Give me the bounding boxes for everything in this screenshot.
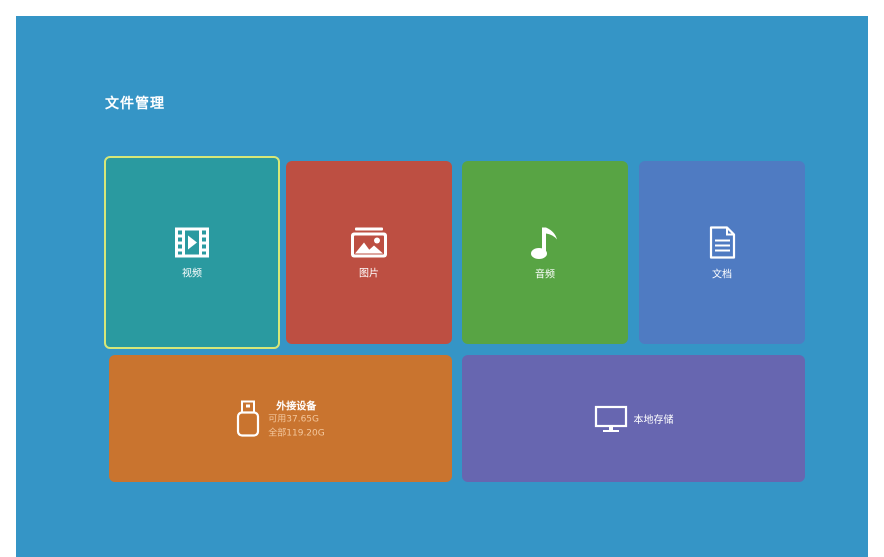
file-manager-screen: 文件管理 视频 图片 音频 文档 外接设备 可用37.65G 全部119.20G… [16, 16, 868, 557]
tile-external-device[interactable]: 外接设备 可用37.65G 全部119.20G [109, 355, 452, 482]
tile-music-content: 音频 [462, 225, 628, 280]
external-device-available: 可用37.65G [268, 414, 320, 424]
picture-icon [350, 226, 388, 258]
tile-pictures-label: 图片 [359, 268, 379, 279]
tile-pictures-content: 图片 [286, 226, 452, 279]
external-device-info: 外接设备 可用37.65G 全部119.20G [268, 397, 324, 440]
tile-local-storage-label: 本地存储 [633, 415, 674, 426]
tile-local-content: 本地存储 [462, 405, 805, 433]
music-note-icon [531, 225, 559, 259]
tile-documents-label: 文档 [712, 269, 732, 280]
external-device-title: 外接设备 [276, 401, 317, 412]
tile-documents-content: 文档 [639, 225, 805, 280]
video-film-icon [174, 226, 210, 258]
tile-external-content: 外接设备 可用37.65G 全部119.20G [109, 397, 452, 440]
external-device-total: 全部119.20G [268, 428, 325, 438]
tile-local-storage[interactable]: 本地存储 [462, 355, 805, 482]
tile-video-content: 视频 [106, 226, 278, 279]
tile-pictures[interactable]: 图片 [286, 161, 452, 344]
tile-music[interactable]: 音频 [462, 161, 628, 344]
tile-video[interactable]: 视频 [104, 156, 280, 349]
document-icon [708, 225, 736, 259]
page-title: 文件管理 [105, 96, 165, 112]
monitor-icon [594, 405, 628, 433]
tile-video-label: 视频 [182, 268, 202, 279]
tile-documents[interactable]: 文档 [639, 161, 805, 344]
tile-music-label: 音频 [535, 269, 555, 280]
usb-drive-icon [236, 400, 260, 438]
